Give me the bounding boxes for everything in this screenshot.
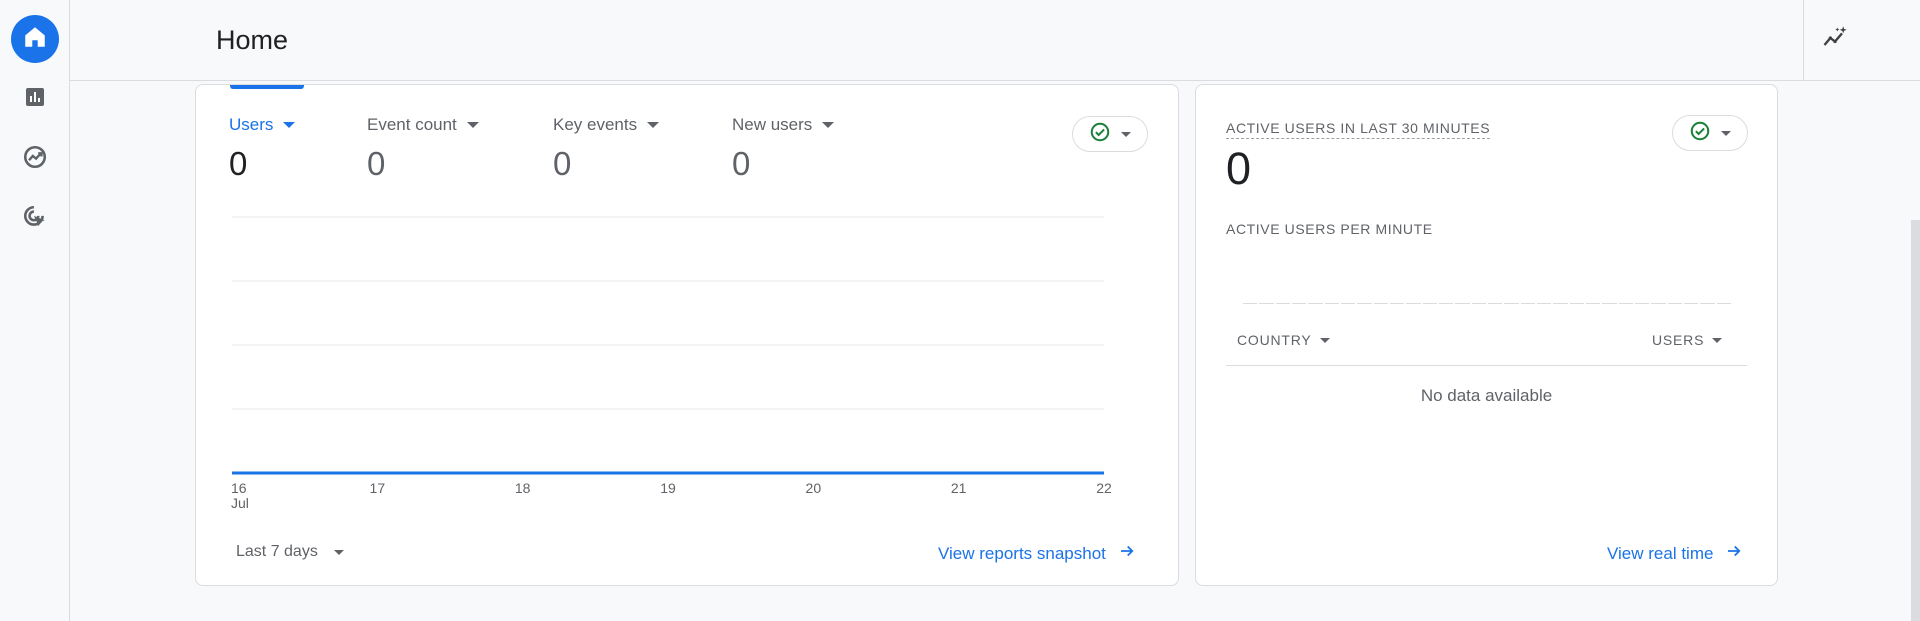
x-tick-label: 18: [514, 480, 531, 496]
caret-down-icon: [1319, 337, 1330, 343]
date-range-selector[interactable]: Last 7 days: [236, 543, 344, 561]
nav-home-button[interactable]: [11, 15, 59, 63]
table-divider: [1226, 365, 1747, 366]
home-icon: [22, 24, 48, 55]
date-range-label: Last 7 days: [236, 543, 318, 560]
nav-explore-button[interactable]: [11, 135, 59, 183]
empty-state-text: No data available: [1420, 386, 1553, 405]
x-tick-label: 17: [369, 480, 386, 496]
nav-advertising-button[interactable]: [11, 195, 59, 243]
check-circle-icon: [1689, 120, 1711, 147]
x-tick-label: 20: [805, 480, 822, 496]
caret-down-icon: [333, 549, 344, 555]
insights-button[interactable]: [1813, 18, 1857, 62]
x-tick-label: 19: [660, 480, 676, 496]
realtime-title: ACTIVE USERS IN LAST 30 MINUTES: [1226, 120, 1491, 139]
per-minute-label: ACTIVE USERS PER MINUTE: [1226, 221, 1433, 237]
advertising-icon: [22, 204, 48, 235]
page-header: Home: [70, 0, 1920, 81]
caret-down-icon: [1721, 130, 1731, 136]
caret-down-icon: [1712, 337, 1723, 343]
x-tick-label: 21: [950, 480, 967, 496]
realtime-status-button[interactable]: [1672, 115, 1748, 151]
users-column-header[interactable]: USERS: [1652, 332, 1723, 348]
left-nav-rail: [0, 0, 70, 621]
arrow-right-icon: [1725, 542, 1743, 565]
per-minute-bar-chart: [1243, 303, 1731, 305]
page-scrollbar[interactable]: [1911, 220, 1920, 621]
header-divider: [1803, 0, 1804, 80]
country-column-header[interactable]: COUNTRY: [1237, 332, 1330, 348]
column-header-label: USERS: [1652, 332, 1705, 348]
view-real-time-link[interactable]: View real time: [1607, 542, 1743, 565]
x-tick-label: 22: [1096, 480, 1112, 496]
link-label: View real time: [1607, 543, 1714, 563]
realtime-active-users-value: 0: [1226, 143, 1252, 194]
arrow-right-icon: [1118, 542, 1136, 565]
nav-reports-button[interactable]: [11, 75, 59, 123]
chart-gridlines: [232, 216, 1104, 474]
overview-card: Users 0 Event count 0 Key events 0 New u…: [195, 84, 1179, 586]
reports-icon: [23, 85, 47, 114]
realtime-card: ACTIVE USERS IN LAST 30 MINUTES 0 ACTIVE…: [1195, 84, 1778, 586]
x-tick-label: 16 Jul: [231, 480, 249, 511]
view-reports-snapshot-link[interactable]: View reports snapshot: [938, 542, 1136, 565]
insights-sparkle-icon: [1821, 24, 1849, 57]
users-line-chart: [232, 216, 1104, 475]
column-header-label: COUNTRY: [1237, 332, 1312, 348]
explore-icon: [22, 144, 48, 175]
page-title: Home: [216, 25, 289, 55]
link-label: View reports snapshot: [938, 543, 1106, 563]
